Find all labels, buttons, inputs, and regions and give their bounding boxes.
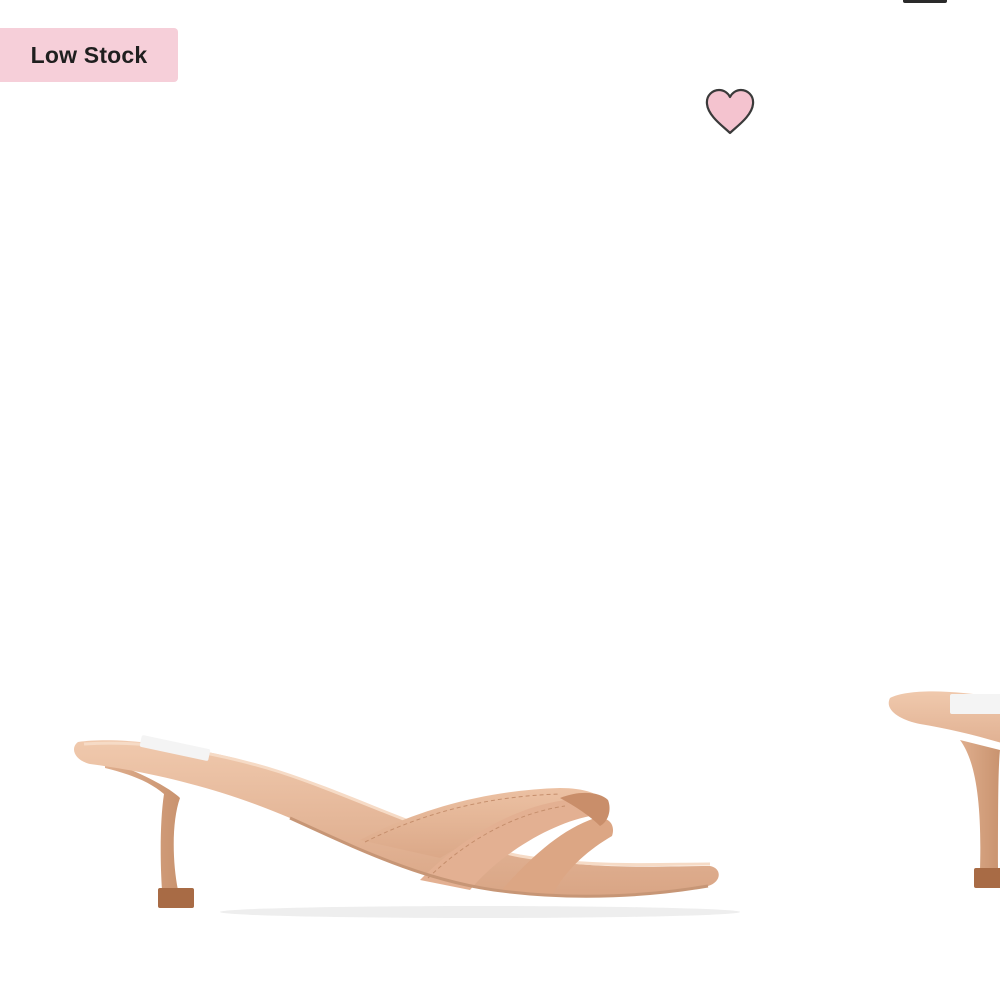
wishlist-button[interactable]	[702, 86, 758, 138]
carousel-indicator	[903, 0, 947, 3]
low-stock-badge: Low Stock	[0, 28, 178, 82]
next-product-image-peek[interactable]	[880, 680, 1000, 900]
heart-icon	[705, 88, 755, 135]
sandal-image-partial	[888, 691, 1000, 888]
product-image-sandal[interactable]	[60, 690, 740, 930]
sandal-image	[74, 735, 740, 918]
product-gallery: Low Stock	[0, 0, 1000, 1000]
